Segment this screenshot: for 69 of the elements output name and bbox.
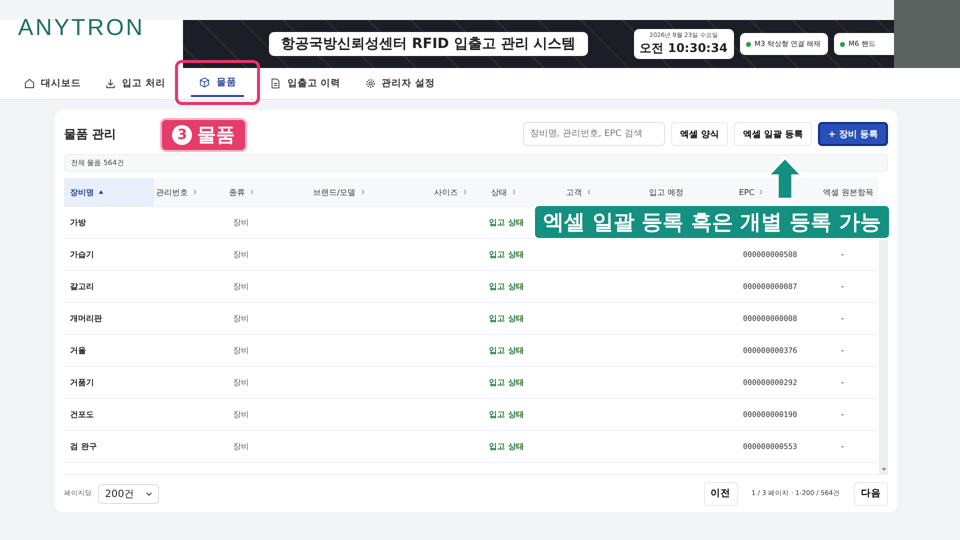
add-button[interactable]: + 장비 등록 bbox=[818, 122, 888, 146]
table-cell: 입고 상태 bbox=[489, 409, 524, 420]
nav-tab[interactable]: 물품 bbox=[191, 70, 244, 97]
step-number: 3 bbox=[172, 125, 192, 145]
table-cell: - bbox=[841, 250, 844, 259]
next-button[interactable]: 다음 bbox=[854, 482, 888, 506]
table-cell: 장비 bbox=[233, 441, 249, 452]
table-cell: 거품기 bbox=[70, 377, 94, 388]
table-cell: 장비 bbox=[233, 313, 249, 324]
table-cell: 입고 상태 bbox=[489, 441, 524, 452]
home-icon bbox=[24, 78, 35, 89]
excel-button[interactable]: 엑셀 일괄 등록 bbox=[734, 122, 812, 146]
download-icon bbox=[105, 78, 116, 89]
settings-icon bbox=[364, 78, 376, 89]
nav-tab[interactable]: 입고 처리 bbox=[97, 71, 174, 96]
table-cell: - bbox=[841, 346, 844, 355]
table-cell: 입고 상태 bbox=[489, 249, 524, 260]
column-header[interactable]: 관리번호 bbox=[156, 186, 198, 198]
table-cell: 갈고리 bbox=[70, 281, 94, 292]
time-text: 오전 10:30:34 bbox=[640, 40, 728, 57]
chevron-down-icon bbox=[146, 492, 152, 496]
nav-tab[interactable]: 입출고 이력 bbox=[262, 71, 349, 96]
video-placeholder bbox=[894, 0, 960, 68]
system-title: 항공국방신뢰성센터 RFID 입출고 관리 시스템 bbox=[269, 32, 588, 56]
column-header[interactable]: 브랜드/모델 bbox=[313, 186, 366, 198]
step-label: 물품 bbox=[197, 123, 236, 148]
table-cell: 입고 상태 bbox=[489, 281, 524, 292]
table-cell: 장비 bbox=[233, 249, 249, 260]
table-cell: 입고 상태 bbox=[489, 217, 524, 228]
search-field[interactable]: 장비명, 관리번호, EPC 검색 bbox=[522, 122, 665, 146]
table-cell: 거울 bbox=[70, 345, 86, 356]
nav-tab[interactable]: 관리자 설정 bbox=[356, 71, 443, 96]
panel-title: 물품 관리 bbox=[64, 126, 116, 142]
per-page-select[interactable]: 200건 bbox=[98, 484, 160, 504]
column-header[interactable]: 사이즈 bbox=[434, 186, 468, 198]
table-cell: 가습기 bbox=[70, 249, 94, 260]
column-header[interactable]: 상태 bbox=[491, 186, 517, 198]
table-cell: - bbox=[841, 378, 844, 387]
callout-label: 엑셀 일괄 등록 혹은 개별 등록 가능 bbox=[533, 204, 891, 240]
box-icon bbox=[199, 77, 210, 88]
table-cell: 입고 상태 bbox=[489, 345, 524, 356]
table-cell: 검 완구 bbox=[70, 441, 97, 452]
column-header[interactable]: EPC bbox=[739, 188, 764, 196]
column-header[interactable]: 엑셀 원본항목 bbox=[823, 186, 874, 198]
column-header[interactable]: 고객 bbox=[566, 186, 592, 198]
table-cell: 개머리판 bbox=[70, 313, 102, 324]
table-cell: 장비 bbox=[233, 217, 249, 228]
scroll-down-icon[interactable] bbox=[881, 467, 887, 472]
prev-button[interactable]: 이전 bbox=[704, 482, 738, 506]
table-cell: 장비 bbox=[233, 345, 249, 356]
excel-button[interactable]: 엑셀 양식 bbox=[670, 122, 728, 146]
table-cell: - bbox=[841, 410, 844, 419]
document-icon bbox=[270, 78, 282, 89]
table-cell: 장비 bbox=[233, 281, 249, 292]
table-cell: - bbox=[841, 442, 844, 451]
column-header[interactable]: 장비명 bbox=[70, 186, 104, 198]
table-cell: 가방 bbox=[70, 217, 86, 228]
table-cell: 장비 bbox=[233, 377, 249, 388]
table-cell: 입고 상태 bbox=[489, 313, 524, 324]
column-header[interactable]: 종류 bbox=[229, 186, 255, 198]
table-cell: - bbox=[841, 282, 844, 291]
table-cell: - bbox=[841, 314, 844, 323]
scrollbar[interactable] bbox=[879, 240, 888, 474]
table-cell: 건포도 bbox=[70, 409, 94, 420]
column-header[interactable]: 입고 예정 bbox=[649, 186, 684, 198]
table-cell: 입고 상태 bbox=[489, 377, 524, 388]
table-cell: 장비 bbox=[233, 409, 249, 420]
nav-tab[interactable]: 대시보드 bbox=[16, 71, 89, 96]
logo: ANYTRON bbox=[17, 20, 146, 42]
